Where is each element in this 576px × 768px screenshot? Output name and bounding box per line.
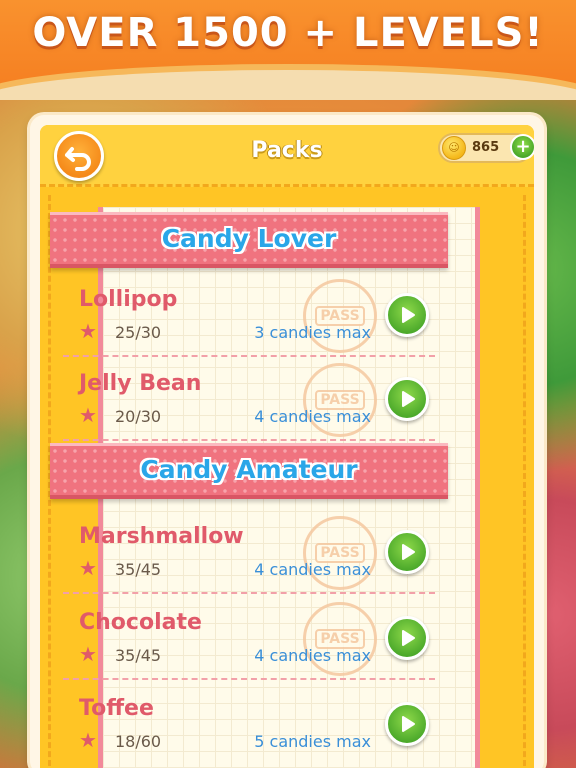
pack-name: Jelly Bean	[79, 371, 202, 396]
pack-progress: 35/45	[115, 646, 162, 665]
play-button[interactable]	[385, 377, 429, 421]
pack-row-lollipop[interactable]: Lollipop ★ 25/30 PASS 3 candies max	[63, 273, 435, 357]
play-button[interactable]	[385, 293, 429, 337]
section-ribbon-candy-amateur: Candy Amateur	[50, 443, 448, 499]
pack-progress: 25/30	[115, 323, 162, 342]
pack-name: Toffee	[79, 696, 154, 721]
section-title: Candy Amateur	[140, 455, 358, 484]
section-ribbon-candy-lover: Candy Lover	[50, 212, 448, 268]
play-button[interactable]	[385, 616, 429, 660]
star-icon: ★	[79, 728, 97, 752]
star-icon: ★	[79, 556, 97, 580]
play-icon	[402, 716, 415, 732]
panel-header: Packs ☺ 865 +	[40, 125, 534, 187]
stitch-right	[523, 195, 526, 768]
pack-row-toffee[interactable]: Toffee ★ 18/60 5 candies max	[63, 682, 435, 766]
candies-max: 3 candies max	[254, 323, 371, 342]
smiley-coin-icon: ☺	[442, 136, 466, 160]
pack-name: Marshmallow	[79, 524, 244, 549]
play-button[interactable]	[385, 702, 429, 746]
play-icon	[402, 307, 415, 323]
pack-name: Chocolate	[79, 610, 202, 635]
coin-count: 865	[472, 140, 500, 155]
star-icon: ★	[79, 642, 97, 666]
star-icon: ★	[79, 403, 97, 427]
promo-banner: OVER 1500 + LEVELS!	[0, 0, 576, 100]
candies-max: 4 candies max	[254, 407, 371, 426]
star-icon: ★	[79, 319, 97, 343]
play-icon	[402, 630, 415, 646]
pack-progress: 35/45	[115, 560, 162, 579]
candies-max: 5 candies max	[254, 732, 371, 751]
candies-max: 4 candies max	[254, 560, 371, 579]
pack-row-marshmallow[interactable]: Marshmallow ★ 35/45 PASS 4 candies max	[63, 510, 435, 594]
play-button[interactable]	[385, 530, 429, 574]
coin-counter: ☺ 865 +	[438, 133, 534, 163]
pack-progress: 18/60	[115, 732, 162, 751]
promo-title: OVER 1500 + LEVELS!	[32, 10, 544, 56]
section-title: Candy Lover	[161, 224, 337, 253]
pack-row-jelly-bean[interactable]: Jelly Bean ★ 20/30 PASS 4 candies max	[63, 357, 435, 441]
pack-row-chocolate[interactable]: Chocolate ★ 35/45 PASS 4 candies max	[63, 596, 435, 680]
pack-name: Lollipop	[79, 287, 178, 312]
add-coins-button[interactable]: +	[510, 134, 534, 160]
pack-progress: 20/30	[115, 407, 162, 426]
play-icon	[402, 391, 415, 407]
play-icon	[402, 544, 415, 560]
candies-max: 4 candies max	[254, 646, 371, 665]
